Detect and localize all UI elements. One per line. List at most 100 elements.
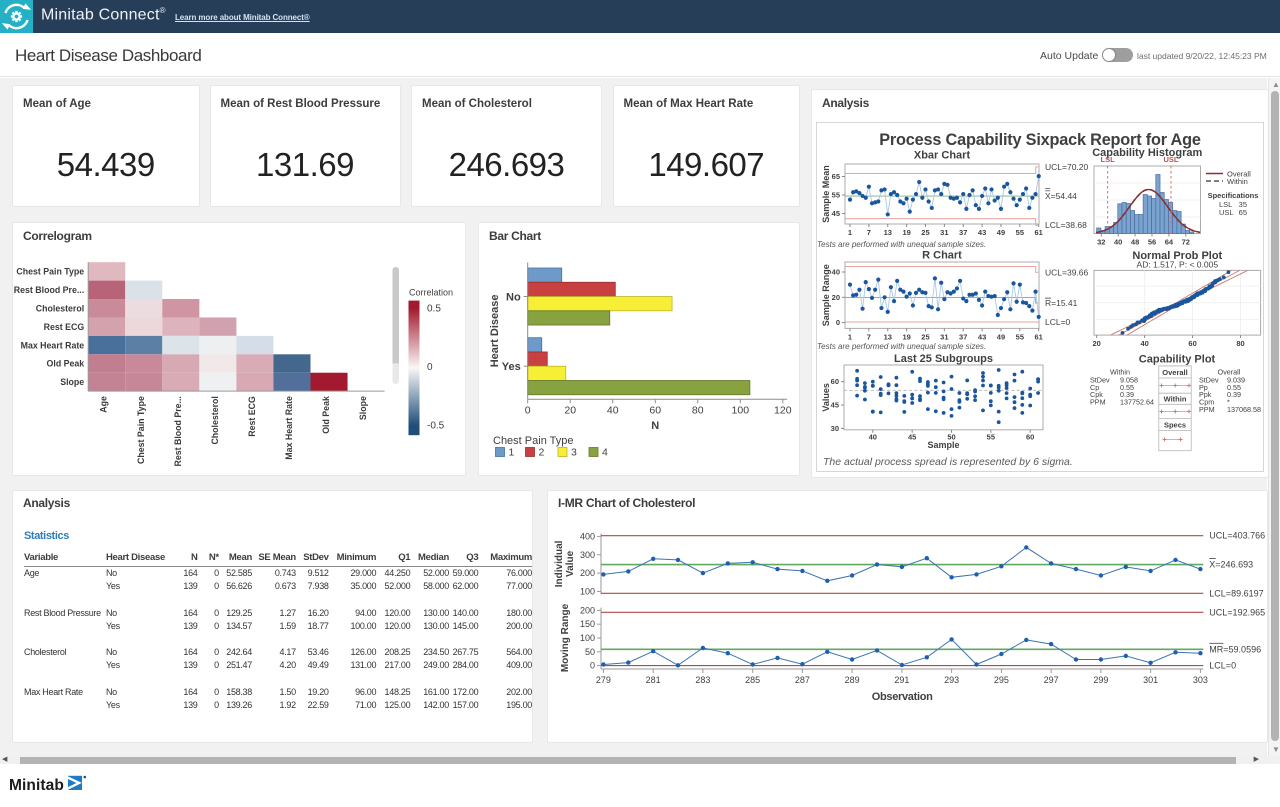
svg-text:Specs: Specs — [1164, 420, 1186, 429]
svg-text:45: 45 — [832, 209, 840, 218]
svg-text:55: 55 — [832, 190, 840, 199]
svg-text:LCL=0: LCL=0 — [1209, 660, 1236, 670]
svg-text:Overall: Overall — [1162, 367, 1187, 376]
svg-text:Yes: Yes — [502, 361, 521, 373]
svg-text:60: 60 — [1188, 339, 1196, 348]
svg-text:0: 0 — [525, 404, 531, 416]
svg-text:50: 50 — [585, 646, 595, 656]
svg-text:37: 37 — [959, 228, 967, 237]
svg-text:137752.64: 137752.64 — [1120, 397, 1154, 406]
svg-text:120: 120 — [774, 404, 792, 416]
svg-text:301: 301 — [1143, 675, 1158, 685]
svg-text:Observation: Observation — [872, 691, 933, 703]
svg-text:Max Heart Rate: Max Heart Rate — [284, 396, 294, 460]
svg-text:LCL=0: LCL=0 — [1045, 316, 1071, 326]
svg-text:LCL=89.6197: LCL=89.6197 — [1209, 588, 1263, 598]
svg-text:19: 19 — [902, 332, 910, 341]
svg-text:Slope: Slope — [358, 396, 368, 420]
svg-text:60: 60 — [831, 377, 839, 386]
svg-text:55: 55 — [1016, 332, 1024, 341]
svg-text:Chest Pain Type: Chest Pain Type — [493, 435, 574, 447]
svg-text:UCL=192.965: UCL=192.965 — [1209, 607, 1265, 617]
svg-text:31: 31 — [940, 332, 948, 341]
svg-text:Chest Pain Type: Chest Pain Type — [16, 267, 84, 277]
svg-text:293: 293 — [944, 675, 959, 685]
svg-text:Old Peak: Old Peak — [321, 396, 331, 434]
svg-text:200: 200 — [580, 605, 595, 615]
svg-text:48: 48 — [1131, 237, 1139, 246]
svg-text:40: 40 — [607, 404, 619, 416]
svg-text:Moving Range: Moving Range — [560, 603, 571, 672]
svg-text:No: No — [506, 292, 521, 304]
svg-text:283: 283 — [695, 675, 710, 685]
svg-text:200: 200 — [580, 568, 595, 578]
svg-text:25: 25 — [921, 332, 929, 341]
svg-text:100: 100 — [580, 586, 595, 596]
svg-text:80: 80 — [692, 404, 704, 416]
svg-text:37: 37 — [959, 332, 967, 341]
svg-text:13: 13 — [884, 228, 892, 237]
svg-text:Minitab: Minitab — [9, 777, 64, 794]
svg-text:65: 65 — [1239, 208, 1247, 217]
svg-text:303: 303 — [1193, 675, 1208, 685]
svg-text:299: 299 — [1093, 675, 1108, 685]
svg-text:Individual: Individual — [554, 540, 565, 587]
svg-text:45: 45 — [908, 432, 916, 441]
svg-text:UCL=39.66: UCL=39.66 — [1045, 267, 1089, 277]
svg-text:Within: Within — [1227, 177, 1248, 186]
svg-text:20: 20 — [1093, 339, 1101, 348]
svg-text:19: 19 — [902, 228, 910, 237]
svg-text:Sample Range: Sample Range — [821, 264, 831, 326]
svg-text:Xbar Chart: Xbar Chart — [914, 149, 971, 161]
svg-text:Capability Plot: Capability Plot — [1139, 353, 1216, 365]
svg-text:45: 45 — [831, 400, 839, 409]
svg-text:R Chart: R Chart — [922, 249, 962, 261]
svg-text:Age: Age — [99, 396, 109, 413]
svg-text:Cholesterol: Cholesterol — [36, 303, 84, 313]
svg-text:MR=59.0596: MR=59.0596 — [1209, 644, 1261, 654]
svg-text:3: 3 — [571, 447, 577, 459]
svg-text:Max Heart Rate: Max Heart Rate — [21, 340, 85, 350]
svg-text:7: 7 — [867, 228, 871, 237]
svg-text:4: 4 — [602, 447, 608, 459]
svg-text:2: 2 — [539, 447, 545, 459]
svg-text:400: 400 — [580, 531, 595, 541]
svg-text:LSL: LSL — [1101, 155, 1116, 164]
svg-text:289: 289 — [845, 675, 860, 685]
svg-text:Value: Value — [565, 550, 576, 577]
svg-text:40: 40 — [832, 267, 840, 276]
svg-text:60: 60 — [1026, 432, 1034, 441]
svg-text:64: 64 — [1165, 237, 1174, 246]
svg-text:20: 20 — [832, 292, 840, 301]
svg-text:Values: Values — [821, 383, 831, 412]
svg-text:287: 287 — [795, 675, 810, 685]
svg-text:Heart Disease: Heart Disease — [489, 295, 501, 368]
svg-text:61: 61 — [1035, 332, 1043, 341]
svg-text:291: 291 — [894, 675, 909, 685]
svg-text:55: 55 — [1016, 228, 1024, 237]
svg-text:281: 281 — [646, 675, 661, 685]
svg-text:Cholesterol: Cholesterol — [210, 396, 220, 444]
svg-text:20: 20 — [564, 404, 576, 416]
svg-text:0: 0 — [427, 362, 433, 373]
svg-text:31: 31 — [940, 228, 948, 237]
svg-text:0: 0 — [590, 660, 595, 670]
svg-text:43: 43 — [978, 332, 986, 341]
svg-text:40: 40 — [1114, 237, 1122, 246]
svg-text:49: 49 — [997, 228, 1005, 237]
svg-text:285: 285 — [745, 675, 760, 685]
svg-text:N: N — [651, 420, 659, 432]
svg-text:USL: USL — [1164, 155, 1179, 164]
svg-text:30: 30 — [831, 423, 839, 432]
svg-text:Rest Blood Pre...: Rest Blood Pre... — [173, 396, 183, 466]
svg-text:150: 150 — [580, 619, 595, 629]
svg-text:0.5: 0.5 — [427, 303, 441, 314]
svg-text:61: 61 — [1035, 228, 1043, 237]
svg-text:40: 40 — [869, 432, 877, 441]
svg-text:56: 56 — [1148, 237, 1156, 246]
svg-text:65: 65 — [832, 172, 840, 181]
svg-text:32: 32 — [1097, 237, 1105, 246]
svg-text:Slope: Slope — [60, 377, 84, 387]
svg-text:100: 100 — [580, 632, 595, 642]
svg-text:R=15.41: R=15.41 — [1045, 298, 1078, 308]
